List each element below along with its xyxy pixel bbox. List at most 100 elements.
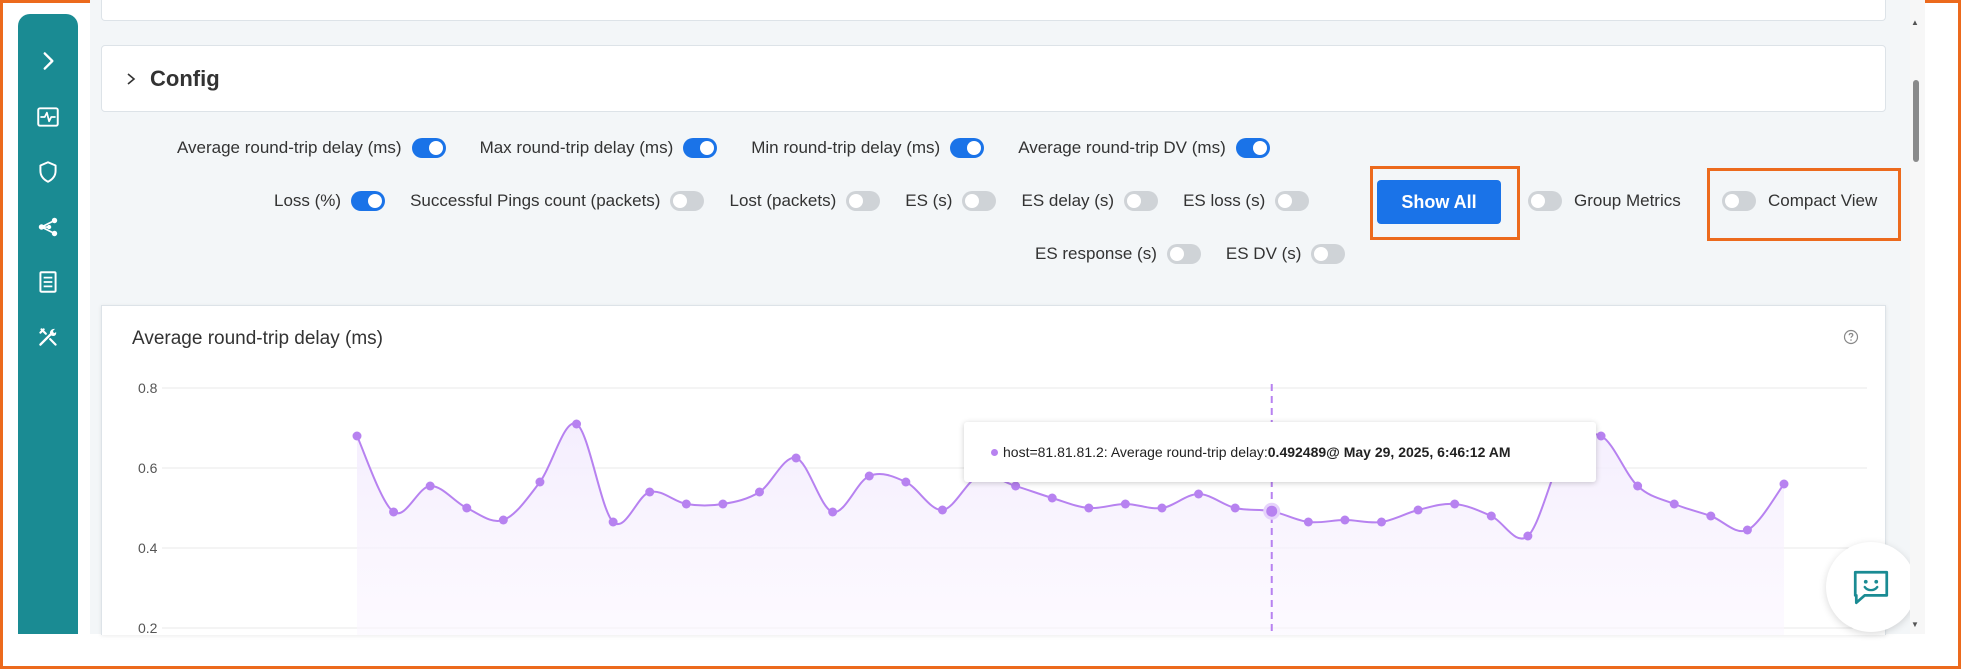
scroll-down-arrow[interactable]: ▼: [1911, 620, 1919, 629]
switch-successful-pings[interactable]: [670, 191, 705, 211]
expand-chevron-icon[interactable]: [33, 46, 63, 76]
data-point: [1084, 503, 1094, 513]
switch-lost-packets[interactable]: [846, 191, 881, 211]
switch-es-delay[interactable]: [1124, 191, 1159, 211]
data-point: [828, 507, 838, 517]
data-point: [535, 477, 545, 487]
y-tick-label: 0.4: [138, 540, 158, 556]
data-point: [1669, 499, 1679, 509]
y-tick-label: 0.6: [138, 460, 158, 476]
toggle-label: Max round-trip delay (ms): [479, 138, 674, 157]
monitor-pulse-icon[interactable]: [33, 102, 63, 132]
data-point: [1706, 511, 1716, 521]
data-point: [864, 471, 874, 481]
data-point: [1450, 499, 1460, 509]
data-point: [1303, 517, 1313, 527]
previous-panel: [101, 0, 1886, 21]
report-list-icon[interactable]: [33, 267, 63, 297]
switch-min-rt-delay[interactable]: [950, 138, 985, 158]
toggle-label: Lost (packets): [729, 191, 837, 210]
data-point: [425, 481, 435, 491]
metric-toggles-row-1: Average round-trip delay (ms) Max round-…: [177, 138, 1270, 158]
group-metrics-toggle: Group Metrics: [1528, 191, 1681, 211]
sidebar: [18, 14, 78, 634]
config-panel[interactable]: Config: [101, 45, 1886, 112]
tooltip-timestamp: @ May 29, 2025, 6:46:12 AM: [1326, 444, 1511, 460]
config-title: Config: [150, 65, 220, 91]
switch-compact-view[interactable]: [1722, 191, 1756, 211]
toggle-label: Average round-trip delay (ms): [177, 138, 402, 157]
data-point: [718, 499, 728, 509]
data-point: [608, 517, 618, 527]
data-point: [681, 499, 691, 509]
data-point: [1230, 503, 1240, 513]
data-point: [645, 487, 655, 497]
data-point: [389, 507, 399, 517]
switch-avg-rt-delay[interactable]: [411, 138, 446, 158]
chat-smile-icon: [1853, 570, 1889, 605]
toggle-min-rt-delay: Min round-trip delay (ms): [751, 138, 985, 158]
toggle-label: Average round-trip DV (ms): [1018, 138, 1226, 157]
data-point: [572, 419, 582, 429]
data-point: [937, 505, 947, 515]
data-point: [1194, 489, 1204, 499]
toggle-lost-packets: Lost (packets): [729, 191, 881, 211]
toggle-es: ES (s): [905, 191, 997, 211]
data-point: [352, 431, 362, 441]
switch-es-response[interactable]: [1166, 244, 1201, 264]
chat-support-button[interactable]: [1826, 542, 1916, 632]
data-point: [1633, 481, 1643, 491]
data-point: [791, 453, 801, 463]
toggle-label: ES (s): [905, 191, 953, 210]
scroll-up-arrow[interactable]: ▲: [1911, 18, 1919, 27]
compact-view-toggle: Compact View: [1722, 191, 1877, 211]
toggle-es-loss: ES loss (s): [1183, 191, 1310, 211]
y-tick-label: 0.8: [138, 380, 158, 396]
toggle-label: ES loss (s): [1183, 191, 1266, 210]
data-point: [1779, 479, 1789, 489]
switch-max-rt-delay[interactable]: [683, 138, 718, 158]
data-point: [462, 503, 472, 513]
chevron-right-icon: [124, 72, 138, 86]
switch-es[interactable]: [962, 191, 997, 211]
toggle-es-response: ES response (s): [1035, 244, 1201, 264]
data-point: [1047, 493, 1057, 503]
shield-icon[interactable]: [33, 157, 63, 187]
data-point: [1011, 481, 1021, 491]
switch-es-dv[interactable]: [1311, 244, 1346, 264]
toggle-successful-pings: Successful Pings count (packets): [410, 191, 705, 211]
data-point: [1742, 525, 1752, 535]
toggle-label: ES delay (s): [1021, 191, 1115, 210]
toggle-loss: Loss (%): [274, 191, 386, 211]
tooltip-prefix: host=81.81.81.2: Average round-trip dela…: [1003, 444, 1268, 460]
metric-toggles-row-3: ES response (s) ES DV (s): [1035, 244, 1346, 264]
network-share-icon[interactable]: [33, 212, 63, 242]
chart-card: Average round-trip delay (ms) 0.8 0.6 0.4 0…: [101, 305, 1886, 635]
data-point: [1377, 517, 1387, 527]
tooltip-value: 0.492489: [1267, 444, 1327, 460]
toggle-es-delay: ES delay (s): [1021, 191, 1159, 211]
toggle-es-dv: ES DV (s): [1226, 244, 1346, 264]
toggle-label: Successful Pings count (packets): [410, 191, 661, 210]
compact-view-label: Compact View: [1768, 191, 1878, 210]
toggle-avg-rt-delay: Average round-trip delay (ms): [177, 138, 446, 158]
switch-group-metrics[interactable]: [1528, 191, 1562, 211]
data-point: [1120, 499, 1130, 509]
switch-avg-rt-dv[interactable]: [1235, 138, 1270, 158]
data-point: [901, 477, 911, 487]
data-point: [754, 487, 764, 497]
switch-loss[interactable]: [351, 191, 386, 211]
highlighted-data-point: [1263, 502, 1281, 520]
toggle-max-rt-delay: Max round-trip delay (ms): [480, 138, 718, 158]
toggle-avg-rt-dv: Average round-trip DV (ms): [1018, 138, 1270, 158]
scrollbar-thumb[interactable]: [1913, 80, 1919, 162]
data-point: [1486, 511, 1496, 521]
toggle-label: Loss (%): [274, 191, 342, 210]
show-all-button[interactable]: Show All: [1377, 180, 1501, 224]
toggle-label: ES response (s): [1035, 244, 1157, 263]
data-point: [1596, 431, 1606, 441]
data-point: [1413, 505, 1423, 515]
tools-icon[interactable]: [33, 322, 63, 352]
toggle-label: Min round-trip delay (ms): [751, 138, 941, 157]
switch-es-loss[interactable]: [1275, 191, 1310, 211]
